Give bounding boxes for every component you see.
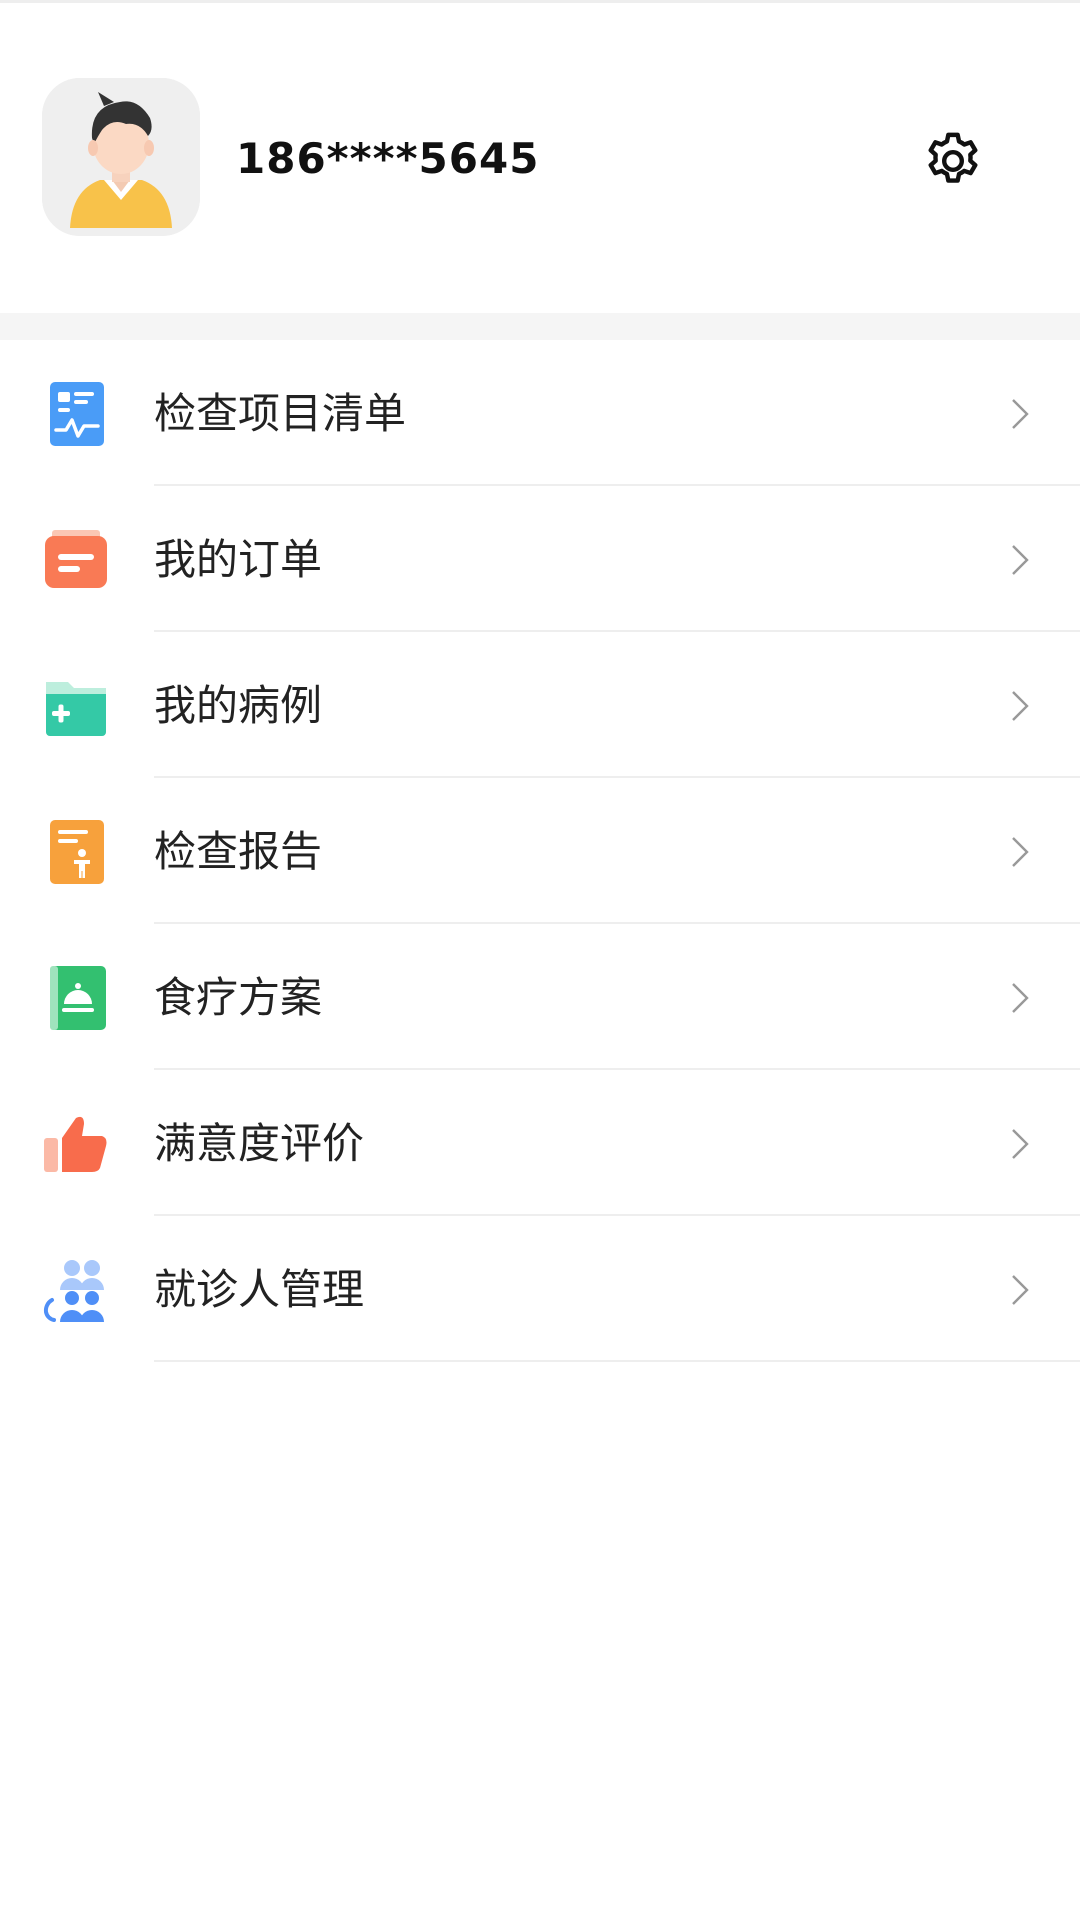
chevron-right-icon xyxy=(1008,542,1032,578)
menu-item-medical-records[interactable]: 我的病例 xyxy=(0,632,1080,778)
menu-item-label: 我的病例 xyxy=(154,681,323,730)
profile-header: 186****5645 xyxy=(0,3,1080,313)
divider xyxy=(154,1360,1080,1362)
chevron-right-icon xyxy=(1008,980,1032,1016)
user-phone: 186****5645 xyxy=(236,134,540,183)
thumbs-up-icon xyxy=(42,1110,110,1178)
checklist-icon xyxy=(42,380,110,448)
menu-item-label: 检查项目清单 xyxy=(154,389,407,438)
order-icon xyxy=(42,526,110,594)
menu-item-diet-plan[interactable]: 食疗方案 xyxy=(0,924,1080,1070)
menu-item-checklist[interactable]: 检查项目清单 xyxy=(0,340,1080,486)
menu-item-satisfaction[interactable]: 满意度评价 xyxy=(0,1070,1080,1216)
menu-item-orders[interactable]: 我的订单 xyxy=(0,486,1080,632)
menu-item-patient-management[interactable]: 就诊人管理 xyxy=(0,1216,1080,1362)
chevron-right-icon xyxy=(1008,396,1032,432)
avatar[interactable] xyxy=(42,78,200,236)
chevron-right-icon xyxy=(1008,1126,1032,1162)
chevron-right-icon xyxy=(1008,834,1032,870)
menu-item-label: 我的订单 xyxy=(154,535,323,584)
chevron-right-icon xyxy=(1008,1272,1032,1308)
menu-item-label: 就诊人管理 xyxy=(154,1265,365,1314)
diet-plan-icon xyxy=(42,964,110,1032)
menu-item-reports[interactable]: 检查报告 xyxy=(0,778,1080,924)
menu-item-label: 食疗方案 xyxy=(154,973,323,1022)
menu-item-label: 检查报告 xyxy=(154,827,323,876)
menu-list: 检查项目清单 我的订单 我的病例 检查报告 食疗方案 满意度评价 就诊人管理 xyxy=(0,340,1080,1362)
settings-button[interactable] xyxy=(920,128,986,194)
patients-icon xyxy=(42,1256,110,1324)
chevron-right-icon xyxy=(1008,688,1032,724)
section-gap xyxy=(0,313,1080,340)
user-avatar-icon xyxy=(42,78,200,236)
medical-record-folder-icon xyxy=(42,672,110,740)
menu-item-label: 满意度评价 xyxy=(154,1119,365,1168)
gear-icon xyxy=(928,132,978,183)
report-icon xyxy=(42,818,110,886)
